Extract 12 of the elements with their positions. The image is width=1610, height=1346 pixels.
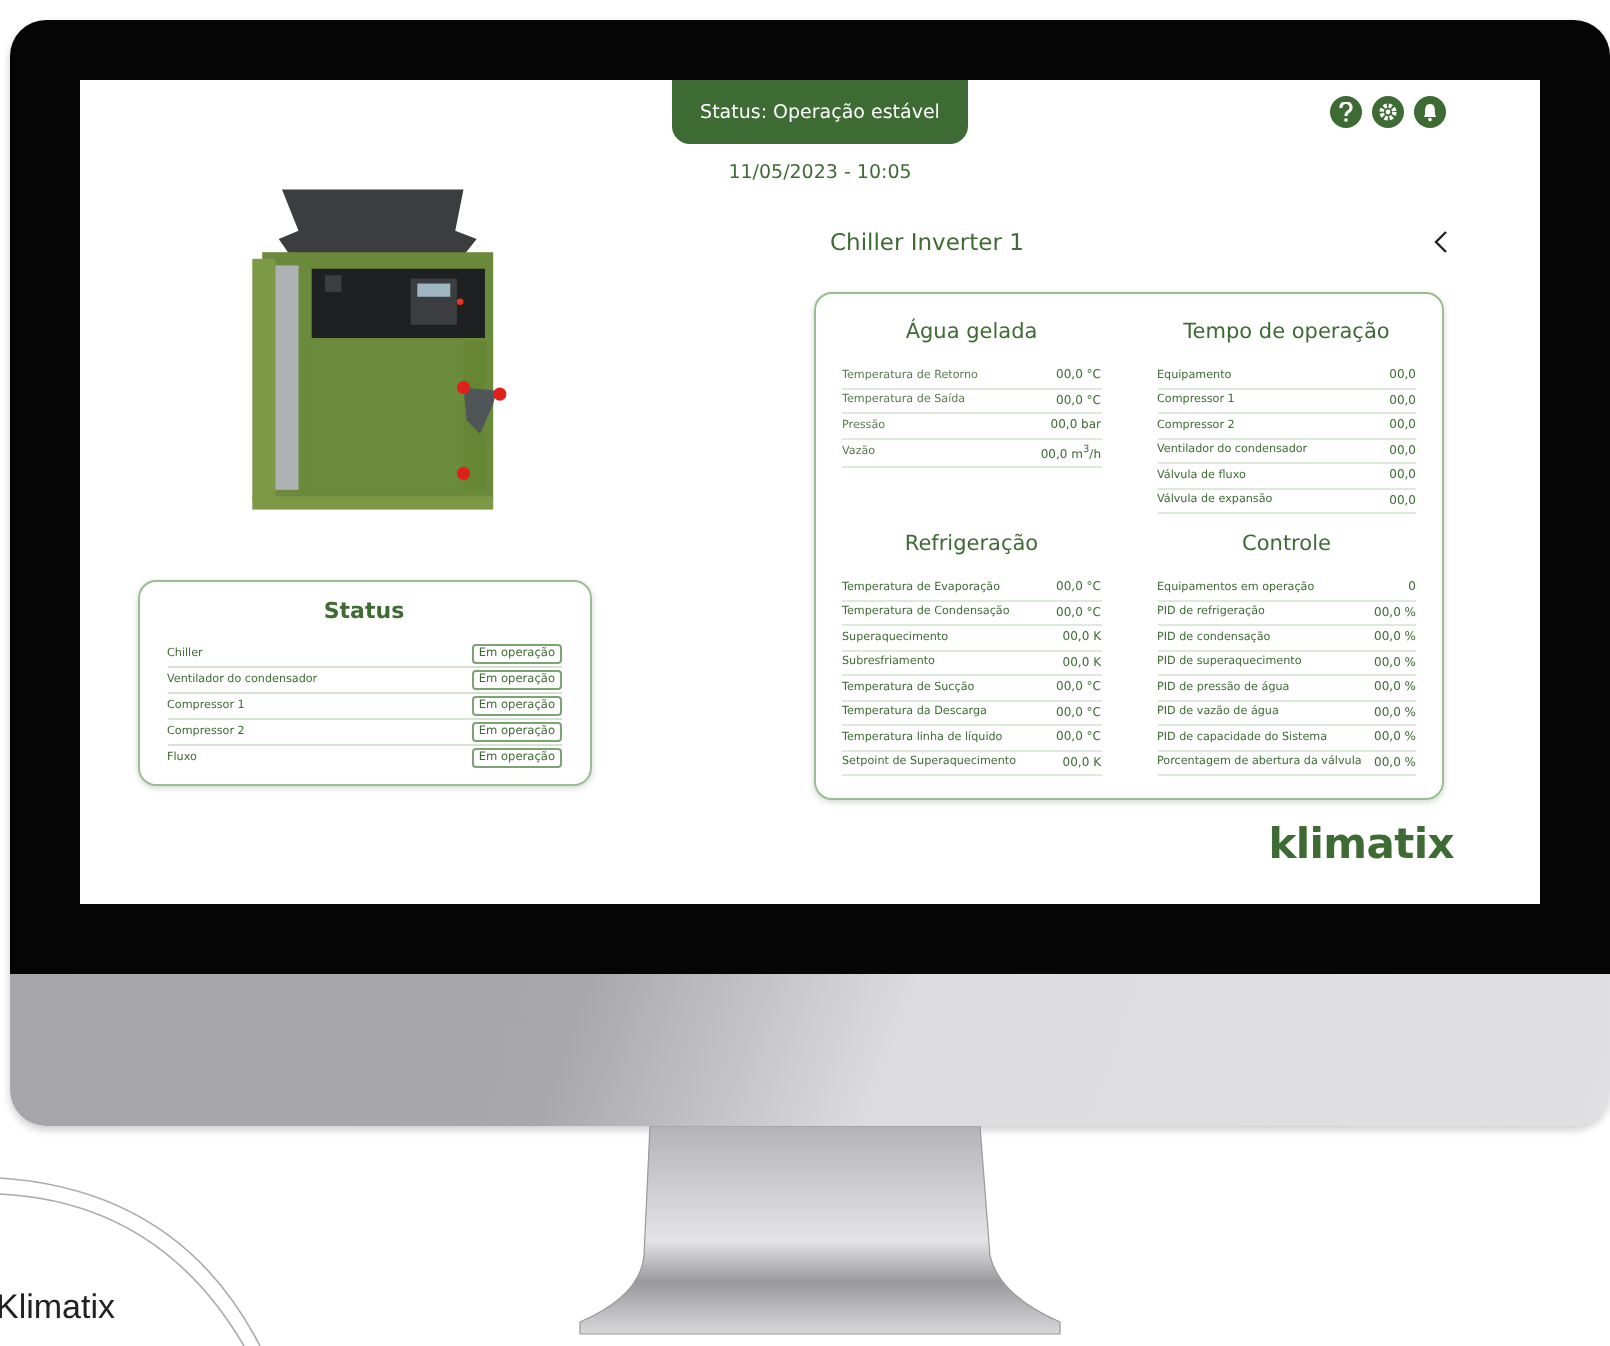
settings-icon[interactable] [1372, 96, 1404, 128]
device-title: Chiller Inverter 1 [830, 228, 1024, 256]
brand-logo: klimatix [1268, 820, 1454, 868]
section-title: Refrigeração [902, 532, 1041, 556]
section-title: Água gelada [903, 320, 1040, 344]
help-icon[interactable] [1330, 96, 1362, 128]
bell-icon[interactable] [1414, 96, 1446, 128]
status-banner: Status: Operação estável [672, 80, 968, 144]
status-title: Status [321, 598, 407, 624]
section-title: Tempo de operação [1181, 320, 1392, 344]
date-time: 11/05/2023 - 10:05 [728, 162, 912, 184]
section-title: Controle [1240, 532, 1333, 556]
